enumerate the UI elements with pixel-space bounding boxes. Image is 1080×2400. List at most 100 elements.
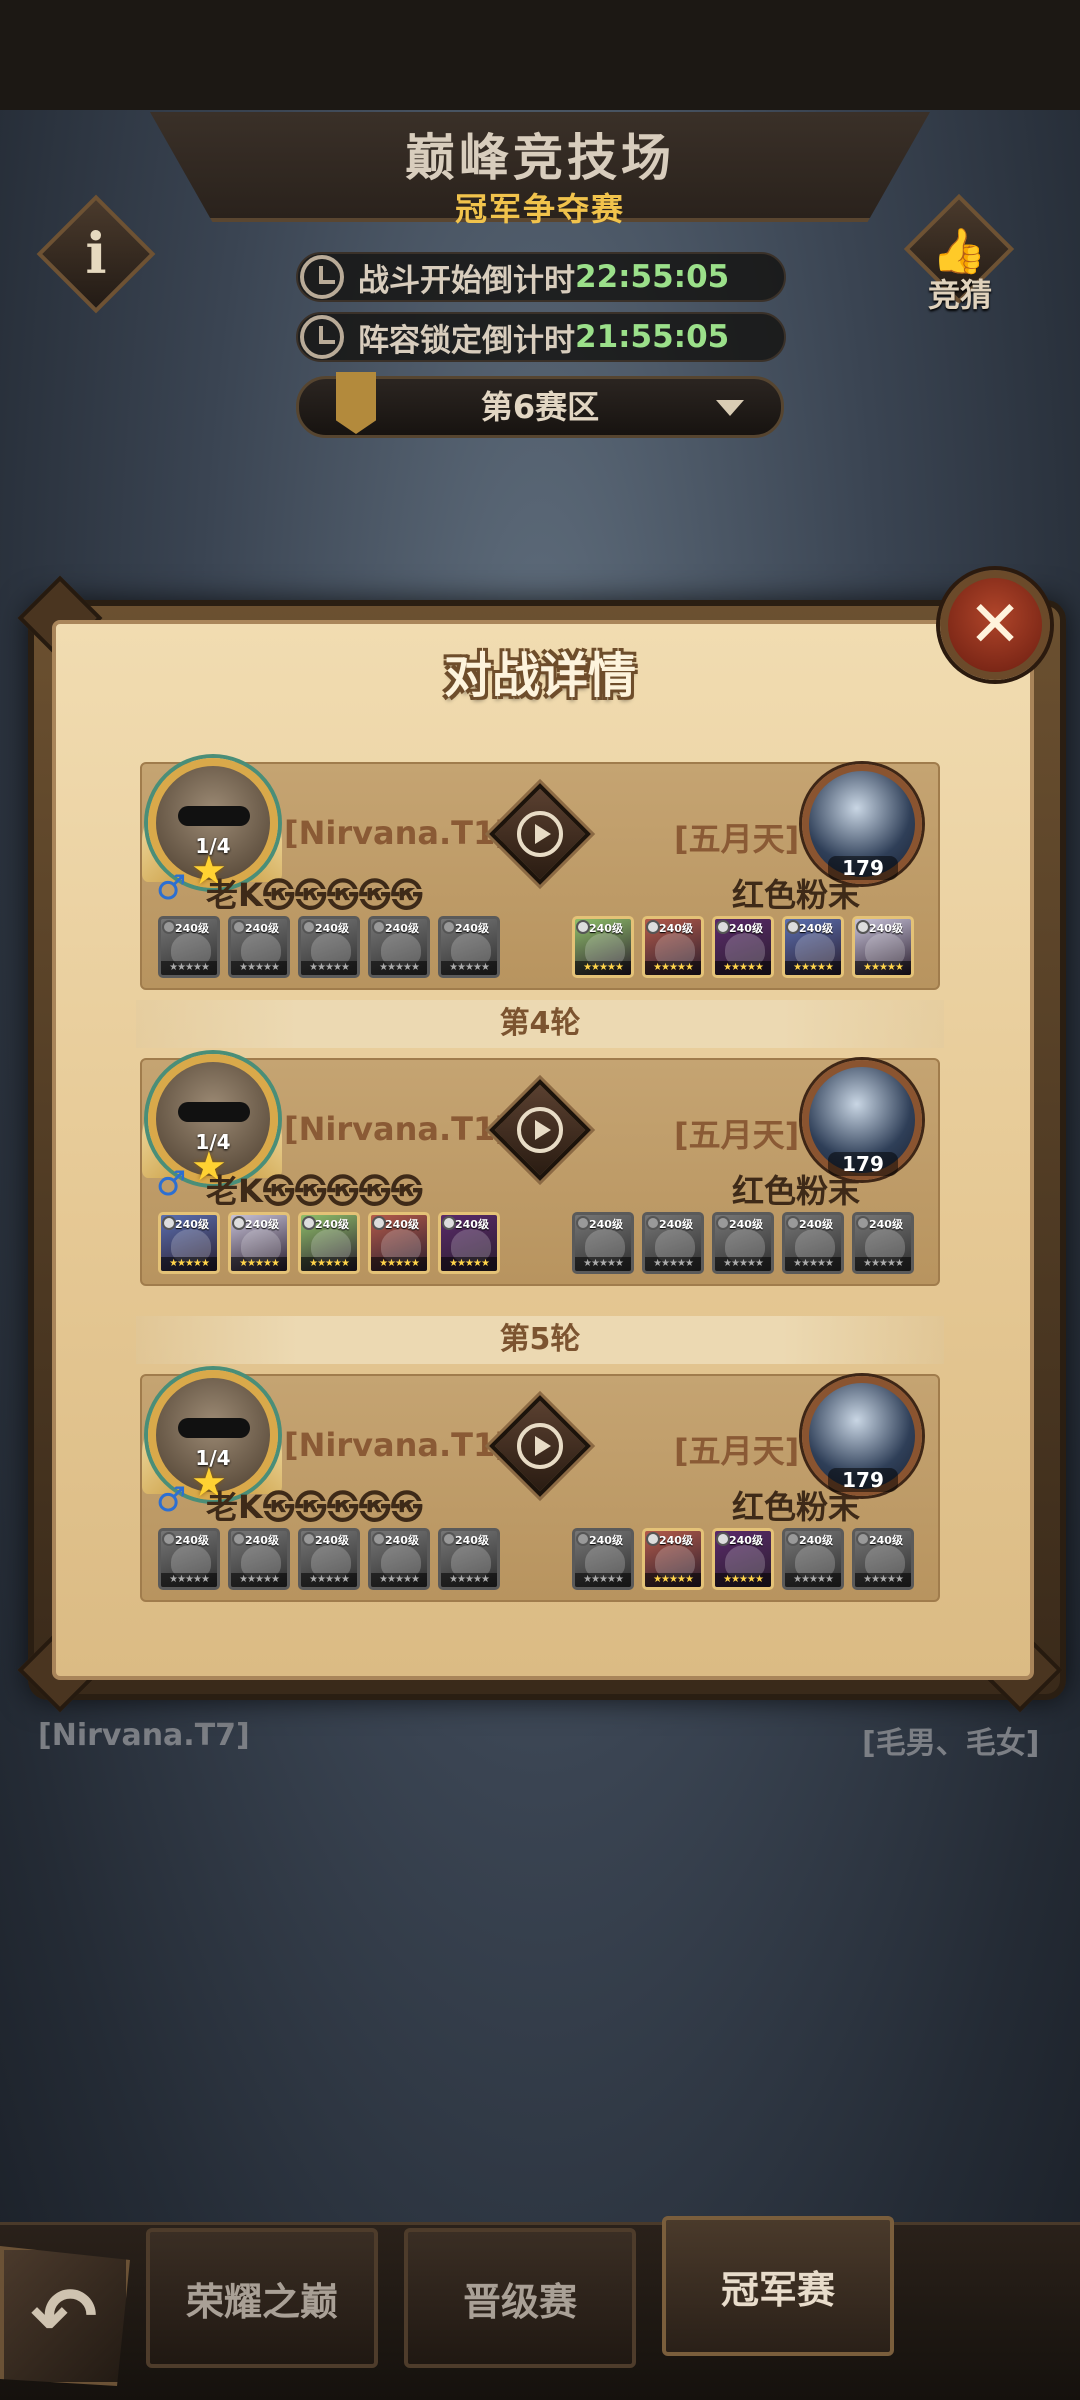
- right-guild-name: [五月天]: [674, 1116, 800, 1154]
- right-guild-name: [五月天]: [674, 820, 800, 858]
- hero-level: 240级: [315, 1218, 349, 1231]
- right-hero-slot[interactable]: 240级 ★★★★★: [572, 1212, 634, 1274]
- right-hero-slot[interactable]: 240级 ★★★★★: [642, 1212, 704, 1274]
- faction-icon: [232, 920, 246, 934]
- hero-stars: ★★★★★: [301, 1573, 357, 1587]
- left-hero-slot[interactable]: 240级 ★★★★★: [298, 1528, 360, 1590]
- left-hero-slot[interactable]: 240级 ★★★★★: [368, 1528, 430, 1590]
- right-hero-slot[interactable]: 240级 ★★★★★: [782, 1212, 844, 1274]
- tab-promotion[interactable]: 晋级赛: [404, 2228, 636, 2368]
- left-hero-slot[interactable]: 240级 ★★★★★: [228, 1528, 290, 1590]
- hero-level: 240级: [589, 922, 623, 935]
- hero-level: 240级: [315, 1534, 349, 1547]
- hero-level: 240级: [869, 1534, 903, 1547]
- right-hero-slot[interactable]: 240级 ★★★★★: [712, 1528, 774, 1590]
- faction-icon: [372, 920, 386, 934]
- right-hero-slot[interactable]: 240级 ★★★★★: [782, 916, 844, 978]
- hero-stars: ★★★★★: [645, 1257, 701, 1271]
- right-hero-slot[interactable]: 240级 ★★★★★: [642, 1528, 704, 1590]
- hero-level: 240级: [245, 1218, 279, 1231]
- modal-title: 对战详情: [443, 648, 636, 704]
- hero-level: 240级: [175, 922, 209, 935]
- hero-stars: ★★★★★: [371, 1573, 427, 1587]
- left-hero-slot[interactable]: 240级 ★★★★★: [228, 916, 290, 978]
- hero-stars: ★★★★★: [231, 1573, 287, 1587]
- right-hero-slot[interactable]: 240级 ★★★★★: [852, 1528, 914, 1590]
- right-hero-slot[interactable]: 240级 ★★★★★: [712, 1212, 774, 1274]
- tab-glory-peak[interactable]: 荣耀之巅: [146, 2228, 378, 2368]
- hero-level: 240级: [869, 1218, 903, 1231]
- hero-level: 240级: [729, 1218, 763, 1231]
- hero-level: 240级: [175, 1534, 209, 1547]
- hero-level: 240级: [385, 1534, 419, 1547]
- hero-stars: ★★★★★: [715, 1257, 771, 1271]
- hero-level: 240级: [799, 1534, 833, 1547]
- faction-icon: [162, 920, 176, 934]
- hero-stars: ★★★★★: [161, 961, 217, 975]
- faction-icon: [856, 1532, 870, 1546]
- left-hero-slot[interactable]: 240级 ★★★★★: [228, 1212, 290, 1274]
- hero-stars: ★★★★★: [161, 1257, 217, 1271]
- faction-icon: [646, 1216, 660, 1230]
- right-hero-slot[interactable]: 240级 ★★★★★: [572, 1528, 634, 1590]
- close-icon: ✕: [968, 588, 1022, 662]
- battle-countdown-label: 战斗开始倒计时: [358, 262, 575, 299]
- hero-level: 240级: [659, 1218, 693, 1231]
- hero-level: 240级: [659, 922, 693, 935]
- hero-stars: ★★★★★: [371, 1257, 427, 1271]
- left-hero-slot[interactable]: 240级 ★★★★★: [298, 916, 360, 978]
- left-hero-slot[interactable]: 240级 ★★★★★: [368, 916, 430, 978]
- left-hero-slot[interactable]: 240级 ★★★★★: [158, 916, 220, 978]
- faction-icon: [442, 1216, 456, 1230]
- faction-icon: [302, 920, 316, 934]
- round-label: 第5轮: [136, 1316, 944, 1364]
- hero-level: 240级: [385, 922, 419, 935]
- hero-stars: ★★★★★: [161, 1573, 217, 1587]
- right-hero-slot[interactable]: 240级 ★★★★★: [642, 916, 704, 978]
- hero-stars: ★★★★★: [715, 961, 771, 975]
- hero-stars: ★★★★★: [371, 961, 427, 975]
- hero-stars: ★★★★★: [645, 961, 701, 975]
- left-hero-slot[interactable]: 240级 ★★★★★: [438, 1212, 500, 1274]
- left-hero-slot[interactable]: 240级 ★★★★★: [158, 1212, 220, 1274]
- info-icon: i: [85, 221, 107, 287]
- close-button[interactable]: ✕: [940, 570, 1050, 680]
- clock-icon: [300, 255, 344, 299]
- faction-icon: [442, 1532, 456, 1546]
- faction-icon: [646, 920, 660, 934]
- faction-icon: [576, 1532, 590, 1546]
- hero-level: 240级: [869, 922, 903, 935]
- left-player-name: 老K㉿㉿㉿㉿㉿: [206, 1172, 423, 1210]
- faction-icon: [786, 920, 800, 934]
- round-label: 第4轮: [136, 1000, 944, 1048]
- hero-level: 240级: [245, 1534, 279, 1547]
- play-icon: [504, 1410, 576, 1482]
- hero-stars: ★★★★★: [441, 1257, 497, 1271]
- tab-championship[interactable]: 冠军赛: [662, 2216, 894, 2356]
- status-bar-area: [0, 0, 1080, 110]
- right-hero-slot[interactable]: 240级 ★★★★★: [852, 1212, 914, 1274]
- hero-stars: ★★★★★: [575, 1257, 631, 1271]
- hero-level: 240级: [729, 1534, 763, 1547]
- faction-icon: [162, 1216, 176, 1230]
- left-hero-slot[interactable]: 240级 ★★★★★: [298, 1212, 360, 1274]
- zone-selector-label: 第6赛区: [480, 388, 600, 426]
- left-hero-slot[interactable]: 240级 ★★★★★: [438, 916, 500, 978]
- right-guild-name: [五月天]: [674, 1432, 800, 1470]
- right-hero-slot[interactable]: 240级 ★★★★★: [712, 916, 774, 978]
- hero-stars: ★★★★★: [301, 961, 357, 975]
- left-player-name: 老K㉿㉿㉿㉿㉿: [206, 876, 423, 914]
- left-hero-slot[interactable]: 240级 ★★★★★: [368, 1212, 430, 1274]
- right-hero-slot[interactable]: 240级 ★★★★★: [852, 916, 914, 978]
- bg-guild-right: [毛男、毛女]: [862, 1726, 1040, 1761]
- left-hero-slot[interactable]: 240级 ★★★★★: [158, 1528, 220, 1590]
- right-hero-slot[interactable]: 240级 ★★★★★: [572, 916, 634, 978]
- faction-icon: [302, 1532, 316, 1546]
- hero-stars: ★★★★★: [301, 1257, 357, 1271]
- left-hero-slot[interactable]: 240级 ★★★★★: [438, 1528, 500, 1590]
- hero-level: 240级: [455, 922, 489, 935]
- player-level-badge: 179: [828, 856, 898, 880]
- hero-stars: ★★★★★: [575, 961, 631, 975]
- right-hero-slot[interactable]: 240级 ★★★★★: [782, 1528, 844, 1590]
- hero-level: 240级: [385, 1218, 419, 1231]
